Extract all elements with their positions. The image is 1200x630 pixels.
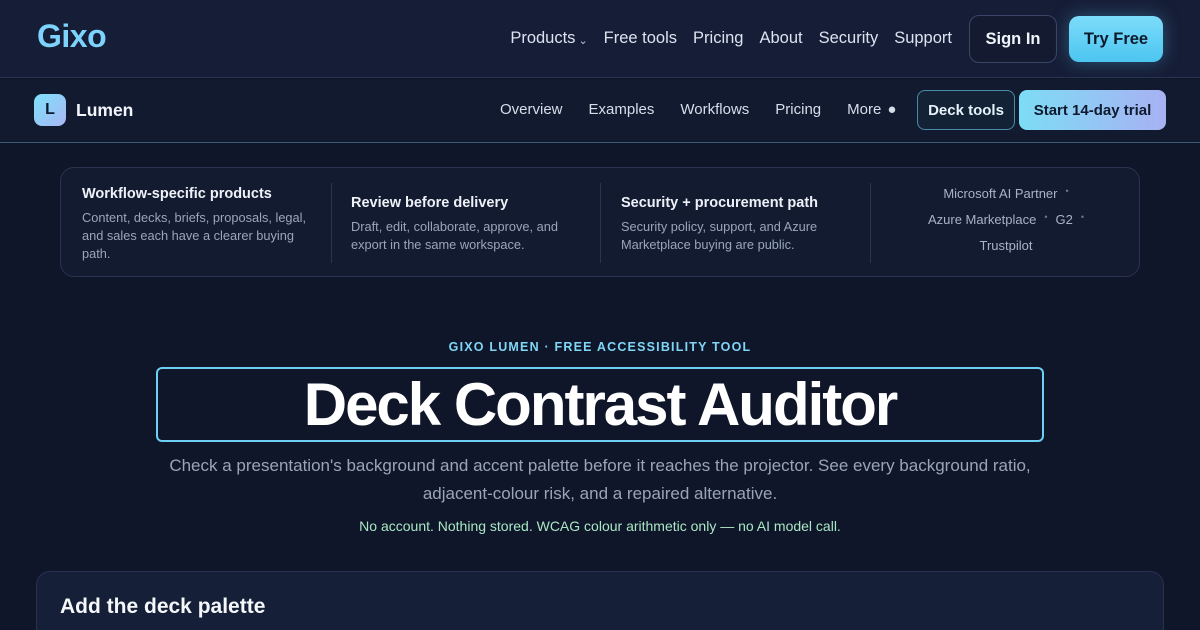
nav-security[interactable]: Security <box>819 29 879 48</box>
partner-g2: G2 <box>1055 212 1073 227</box>
partner-badges: Microsoft AI Partner • Azure Marketplace… <box>871 186 1141 264</box>
feature-review: Review before delivery Draft, edit, coll… <box>351 195 581 305</box>
nav-products[interactable]: Products ⌄ <box>510 29 587 48</box>
top-navigation: Gixo Products ⌄ Free tools Pricing About … <box>0 0 1200 78</box>
subnav-more-label: More <box>847 101 882 118</box>
feature-body: Draft, edit, collaborate, approve, and e… <box>351 219 559 252</box>
nav-pricing[interactable]: Pricing <box>693 29 743 48</box>
feature-strip: Workflow-specific products Content, deck… <box>60 167 1140 277</box>
hero-eyebrow: GIXO LUMEN · FREE ACCESSIBILITY TOOL <box>448 340 752 354</box>
partner-row: Microsoft AI Partner • <box>871 186 1141 201</box>
product-subnav: L Lumen Overview Examples Workflows Pric… <box>0 79 1200 143</box>
product-name[interactable]: Lumen <box>76 100 133 121</box>
gixo-logo[interactable]: Gixo <box>37 18 107 55</box>
deck-tools-button[interactable]: Deck tools <box>917 90 1015 130</box>
separator-dot-icon: • <box>1065 186 1069 196</box>
nav-products-label: Products <box>510 29 576 47</box>
hero-title-box: Deck Contrast Auditor <box>156 367 1044 442</box>
feature-title: Review before delivery <box>351 195 509 211</box>
feature-workflow: Workflow-specific products Content, deck… <box>82 186 312 296</box>
feature-title: Workflow-specific products <box>82 186 272 202</box>
page-title: Deck Contrast Auditor <box>303 371 899 438</box>
main-nav: Products ⌄ Free tools Pricing About Secur… <box>510 29 952 48</box>
feature-body: Content, decks, briefs, proposals, legal… <box>82 210 307 261</box>
sign-in-button[interactable]: Sign In <box>969 15 1057 63</box>
partner-trustpilot: Trustpilot <box>979 238 1033 253</box>
lumen-logo-badge[interactable]: L <box>34 94 66 126</box>
separator-dot-icon: • <box>1080 212 1085 222</box>
palette-card: Add the deck palette <box>36 571 1164 630</box>
nav-about[interactable]: About <box>759 29 802 48</box>
hero-subtitle: Check a presentation's background and ac… <box>169 456 1031 503</box>
subnav-overview[interactable]: Overview <box>500 101 563 118</box>
subnav-links: Overview Examples Workflows Pricing More… <box>500 101 896 118</box>
subnav-examples[interactable]: Examples <box>589 101 655 118</box>
subnav-more[interactable]: More ● <box>847 101 896 118</box>
hero-note: No account. Nothing stored. WCAG colour … <box>359 518 841 534</box>
divider <box>331 183 332 263</box>
start-trial-button[interactable]: Start 14-day trial <box>1019 90 1166 130</box>
nav-free-tools[interactable]: Free tools <box>604 29 677 48</box>
partner-microsoft: Microsoft AI Partner <box>943 186 1058 201</box>
partner-row: Trustpilot <box>871 238 1141 253</box>
dropdown-dot-icon: ● <box>887 101 897 118</box>
subnav-pricing[interactable]: Pricing <box>775 101 821 118</box>
partner-row: Azure Marketplace • G2 • <box>871 212 1141 227</box>
nav-support[interactable]: Support <box>894 29 952 48</box>
chevron-down-icon: ⌄ <box>578 34 588 47</box>
feature-security: Security + procurement path Security pol… <box>621 195 851 305</box>
partner-azure: Azure Marketplace <box>927 212 1037 227</box>
feature-title: Security + procurement path <box>621 195 819 211</box>
subnav-workflows[interactable]: Workflows <box>680 101 749 118</box>
try-free-button[interactable]: Try Free <box>1069 16 1163 62</box>
feature-body: Security policy, support, and Azure Mark… <box>621 219 818 252</box>
palette-card-title: Add the deck palette <box>60 595 266 618</box>
separator-dot-icon: • <box>1044 212 1048 222</box>
divider <box>600 183 601 263</box>
